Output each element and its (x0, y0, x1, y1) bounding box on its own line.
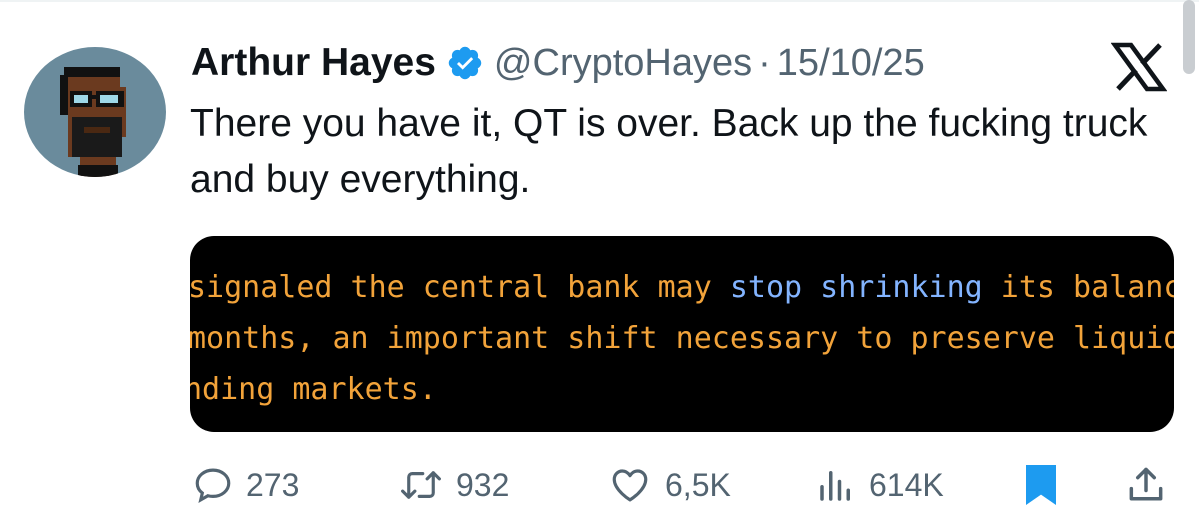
tweet-text: There you have it, QT is over. Back up t… (190, 102, 1148, 201)
avatar[interactable] (24, 47, 166, 177)
reply-button[interactable]: 273 (192, 455, 299, 515)
repost-count: 932 (456, 466, 510, 503)
reply-icon (195, 468, 231, 504)
media-text-line-3: nding markets. (190, 372, 437, 407)
scrollbar-thumb[interactable] (1183, 0, 1195, 74)
tweet-date[interactable]: 15/10/25 (777, 42, 925, 85)
views-count: 614K (869, 466, 944, 503)
media-text-segment: its balanc (982, 270, 1174, 305)
author-name[interactable]: Arthur Hayes (191, 41, 436, 85)
tweet-header: Arthur Hayes @CryptoHayes · 15/10/25 (191, 36, 925, 90)
author-handle[interactable]: @CryptoHayes (494, 42, 752, 85)
verified-badge-icon (448, 46, 482, 80)
bookmark-button[interactable] (1024, 455, 1058, 515)
views-button[interactable]: 614K (815, 455, 944, 515)
action-bar: 273 932 6,5K 614K (0, 455, 1199, 515)
share-icon (1129, 467, 1163, 501)
repost-button[interactable]: 932 (398, 455, 509, 515)
media-text-line-2: months, an important shift necessary to … (190, 321, 1174, 356)
separator-dot: · (758, 41, 771, 84)
like-count: 6,5K (665, 466, 731, 503)
media-highlight-text: stop shrinking (729, 270, 983, 305)
media-text-line-1: signaled the central bank may stop shrin… (190, 270, 1174, 305)
reply-count: 273 (246, 466, 300, 503)
share-button[interactable] (1124, 455, 1168, 515)
bookmark-icon (1026, 465, 1056, 505)
media-text-segment: signaled the central bank may (190, 270, 730, 305)
views-icon (820, 471, 850, 501)
repost-icon (401, 471, 441, 499)
x-logo-icon[interactable] (1111, 42, 1167, 92)
heart-icon (612, 469, 648, 502)
top-divider (0, 0, 1199, 2)
media-text-container: signaled the central bank may stop shrin… (190, 236, 1174, 432)
like-button[interactable]: 6,5K (607, 455, 731, 515)
